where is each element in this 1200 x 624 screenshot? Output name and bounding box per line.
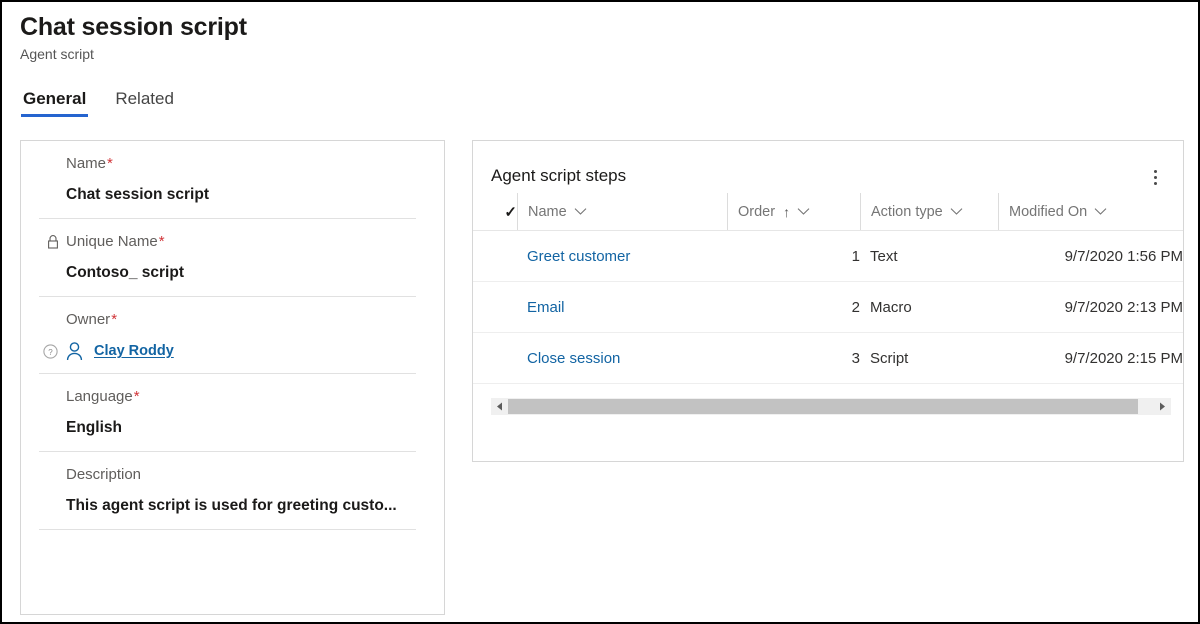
grid-header: Agent script steps bbox=[473, 141, 1183, 193]
row-order-cell: 2 bbox=[727, 282, 860, 333]
column-header-action-type-label: Action type bbox=[871, 204, 943, 220]
field-name-value[interactable]: Chat session script bbox=[66, 175, 416, 218]
general-form-panel: Name* Chat session script Unique Name* C… bbox=[20, 140, 445, 615]
row-action-type-cell: Macro bbox=[860, 282, 998, 333]
caret-right-icon[interactable] bbox=[1154, 398, 1171, 415]
field-unique-name-value[interactable]: Contoso_ script bbox=[66, 253, 416, 296]
column-header-name-label: Name bbox=[528, 204, 567, 220]
field-name-label-text: Name bbox=[66, 153, 106, 175]
table-body: Greet customer 1 Text 9/7/2020 1:56 PM E… bbox=[473, 231, 1183, 384]
column-header-modified-on-label: Modified On bbox=[1009, 204, 1087, 220]
table-row[interactable]: Close session 3 Script 9/7/2020 2:15 PM bbox=[473, 333, 1183, 384]
row-name-link[interactable]: Email bbox=[527, 299, 565, 316]
lock-icon bbox=[46, 234, 60, 250]
field-owner: Owner* ? Clay Roddy bbox=[66, 297, 416, 373]
field-name: Name* Chat session script bbox=[66, 141, 416, 218]
tab-bar: General Related bbox=[21, 88, 201, 117]
field-description: Description This agent script is used fo… bbox=[66, 452, 416, 529]
person-icon bbox=[65, 341, 84, 361]
row-order-cell: 3 bbox=[727, 333, 860, 384]
more-commands-kebab-icon[interactable] bbox=[1145, 167, 1165, 187]
chevron-down-icon[interactable] bbox=[950, 207, 963, 216]
row-select-cell[interactable] bbox=[473, 231, 517, 282]
field-divider bbox=[39, 529, 416, 530]
row-name-cell[interactable]: Greet customer bbox=[517, 231, 727, 282]
page-title: Chat session script bbox=[20, 12, 720, 42]
field-unique-name: Unique Name* Contoso_ script bbox=[66, 219, 416, 296]
svg-text:?: ? bbox=[48, 348, 53, 357]
field-owner-label: Owner* bbox=[66, 309, 416, 331]
row-name-cell[interactable]: Close session bbox=[517, 333, 727, 384]
field-description-label: Description bbox=[66, 464, 416, 486]
agent-script-steps-table: ✓ Name Order ↑ bbox=[473, 193, 1183, 384]
field-owner-label-text: Owner bbox=[66, 309, 110, 331]
page-header: Chat session script Agent script bbox=[20, 12, 720, 64]
table-header-row: ✓ Name Order ↑ bbox=[473, 193, 1183, 231]
row-modified-on-cell: 9/7/2020 1:56 PM bbox=[998, 231, 1183, 282]
kebab-dot bbox=[1154, 170, 1157, 173]
row-select-cell[interactable] bbox=[473, 282, 517, 333]
chevron-down-icon[interactable] bbox=[797, 207, 810, 216]
column-header-order[interactable]: Order ↑ bbox=[727, 193, 860, 231]
field-language-value[interactable]: English bbox=[66, 408, 416, 451]
grid-title: Agent script steps bbox=[491, 165, 626, 187]
table-head: ✓ Name Order ↑ bbox=[473, 193, 1183, 231]
column-header-order-label: Order bbox=[738, 204, 775, 220]
app-page: Chat session script Agent script General… bbox=[0, 0, 1200, 624]
chevron-down-icon[interactable] bbox=[574, 207, 587, 216]
owner-value-row[interactable]: ? Clay Roddy bbox=[43, 331, 416, 373]
chevron-down-icon[interactable] bbox=[1094, 207, 1107, 216]
required-marker: * bbox=[134, 386, 140, 408]
field-unique-name-label-text: Unique Name bbox=[66, 231, 158, 253]
kebab-dot bbox=[1154, 182, 1157, 185]
column-header-select-all[interactable]: ✓ bbox=[473, 193, 517, 231]
horizontal-scrollbar[interactable] bbox=[491, 398, 1171, 415]
tab-general[interactable]: General bbox=[21, 88, 88, 117]
presence-unknown-icon: ? bbox=[43, 344, 58, 359]
row-select-cell[interactable] bbox=[473, 333, 517, 384]
field-name-label: Name* bbox=[66, 153, 416, 175]
field-language-label-text: Language bbox=[66, 386, 133, 408]
column-header-action-type[interactable]: Action type bbox=[860, 193, 998, 231]
tab-related[interactable]: Related bbox=[113, 88, 176, 117]
table-row[interactable]: Greet customer 1 Text 9/7/2020 1:56 PM bbox=[473, 231, 1183, 282]
column-header-modified-on[interactable]: Modified On bbox=[998, 193, 1183, 231]
scrollbar-thumb[interactable] bbox=[508, 399, 1138, 414]
row-order-cell: 1 bbox=[727, 231, 860, 282]
required-marker: * bbox=[159, 231, 165, 253]
row-action-type-cell: Script bbox=[860, 333, 998, 384]
kebab-dot bbox=[1154, 176, 1157, 179]
required-marker: * bbox=[111, 309, 117, 331]
sort-ascending-icon: ↑ bbox=[783, 205, 790, 219]
column-header-name[interactable]: Name bbox=[517, 193, 727, 231]
field-description-value[interactable]: This agent script is used for greeting c… bbox=[66, 486, 416, 529]
caret-left-icon[interactable] bbox=[491, 398, 508, 415]
checkmark-icon[interactable]: ✓ bbox=[473, 193, 517, 230]
field-language: Language* English bbox=[66, 374, 416, 451]
field-language-label: Language* bbox=[66, 386, 416, 408]
row-name-link[interactable]: Close session bbox=[527, 350, 620, 367]
required-marker: * bbox=[107, 153, 113, 175]
row-name-link[interactable]: Greet customer bbox=[527, 248, 630, 265]
field-unique-name-label: Unique Name* bbox=[66, 231, 416, 253]
field-description-label-text: Description bbox=[66, 464, 141, 486]
row-action-type-cell: Text bbox=[860, 231, 998, 282]
page-subtitle: Agent script bbox=[20, 44, 720, 64]
agent-script-steps-panel: Agent script steps ✓ Name bbox=[472, 140, 1184, 462]
row-modified-on-cell: 9/7/2020 2:15 PM bbox=[998, 333, 1183, 384]
owner-link[interactable]: Clay Roddy bbox=[94, 343, 174, 359]
row-name-cell[interactable]: Email bbox=[517, 282, 727, 333]
scrollbar-track[interactable] bbox=[508, 398, 1154, 415]
table-row[interactable]: Email 2 Macro 9/7/2020 2:13 PM bbox=[473, 282, 1183, 333]
row-modified-on-cell: 9/7/2020 2:13 PM bbox=[998, 282, 1183, 333]
